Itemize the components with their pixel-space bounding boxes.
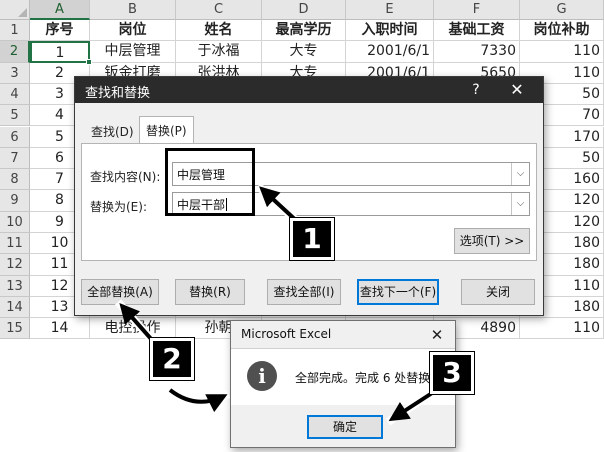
select-all-button[interactable] (0, 0, 30, 20)
row-header[interactable]: 14 (0, 296, 30, 319)
header-cell[interactable]: 岗位 (90, 20, 176, 42)
table-cell[interactable]: 1 (30, 41, 90, 63)
find-what-label: 查找内容(N): (90, 170, 161, 184)
close-button[interactable]: 关闭 (461, 279, 535, 305)
chevron-down-icon[interactable]: ⌵ (511, 163, 529, 185)
info-icon: i (247, 361, 277, 391)
table-cell[interactable]: 于冰福 (176, 41, 262, 63)
options-button[interactable]: 选项(T) >> (454, 228, 530, 254)
header-cell[interactable]: 序号 (30, 20, 90, 42)
dialog-title-bar[interactable]: 查找和替换 ? ✕ (75, 77, 543, 103)
find-next-button[interactable]: 查找下一个(F) (357, 279, 439, 305)
table-cell[interactable]: 2001/6/1 (346, 41, 434, 63)
row-header[interactable]: 10 (0, 211, 30, 233)
message-body: i 全部完成。完成 6 处替换。 (231, 349, 455, 405)
column-header[interactable]: G (520, 0, 604, 20)
fill-handle[interactable] (86, 58, 92, 65)
row-header[interactable]: 3 (0, 62, 30, 84)
column-header[interactable]: D (262, 0, 346, 20)
table-cell[interactable]: 110 (520, 318, 604, 340)
header-cell[interactable]: 姓名 (176, 20, 262, 42)
curved-arrow (167, 386, 230, 407)
message-close-button[interactable]: ✕ (427, 325, 447, 345)
step-badge-3: 3 (430, 352, 474, 394)
step-badge-2: 2 (150, 338, 194, 380)
row-header[interactable]: 1 (0, 20, 30, 42)
header-cell[interactable]: 最高学历 (262, 20, 346, 42)
replace-with-label: 替换为(E): (90, 200, 147, 214)
column-header[interactable]: A (30, 0, 90, 20)
column-header[interactable]: B (90, 0, 176, 20)
find-all-button[interactable]: 查找全部(I) (267, 279, 341, 305)
message-title-bar[interactable]: Microsoft Excel ✕ (231, 321, 455, 349)
excel-message-box[interactable]: Microsoft Excel ✕ i 全部完成。完成 6 处替换。 确定 (230, 320, 456, 448)
help-button[interactable]: ? (467, 80, 485, 100)
table-cell[interactable]: 大专 (262, 41, 346, 63)
message-title: Microsoft Excel (241, 327, 332, 341)
message-text: 全部完成。完成 6 处替换。 (295, 371, 443, 385)
table-cell[interactable]: 中层管理 (90, 41, 176, 63)
row-header[interactable]: 2 (0, 41, 30, 63)
column-header[interactable]: F (434, 0, 520, 20)
find-replace-dialog[interactable]: 查找和替换 ? ✕ 查找(D) 替换(P) 查找内容(N): 中层管理 ⌵ 替换… (74, 76, 544, 316)
table-cell[interactable]: 110 (520, 41, 604, 63)
column-header[interactable]: C (176, 0, 262, 20)
table-cell[interactable]: 14 (30, 318, 90, 340)
curved-arrow-core (168, 388, 228, 413)
row-header[interactable]: 9 (0, 190, 30, 212)
row-header[interactable]: 4 (0, 83, 30, 106)
dialog-close-button[interactable]: ✕ (507, 80, 527, 100)
annotation-highlight-box (165, 148, 255, 216)
step-badge-1: 1 (290, 218, 334, 260)
row-header[interactable]: 15 (0, 318, 30, 340)
table-cell[interactable]: 电控操作 (90, 318, 176, 340)
row-header[interactable]: 6 (0, 126, 30, 148)
row-header[interactable]: 12 (0, 254, 30, 276)
column-header[interactable]: E (346, 0, 434, 20)
row-header[interactable]: 13 (0, 275, 30, 297)
row-header[interactable]: 11 (0, 233, 30, 255)
header-cell[interactable]: 基础工资 (434, 20, 520, 42)
dialog-title: 查找和替换 (85, 86, 151, 101)
tab-find[interactable]: 查找(D) (85, 119, 140, 143)
replace-button[interactable]: 替换(R) (175, 279, 245, 305)
row-header[interactable]: 5 (0, 105, 30, 127)
select-all-triangle-icon (18, 8, 27, 17)
tab-replace[interactable]: 替换(P) (139, 116, 194, 144)
table-cell[interactable]: 7330 (434, 41, 520, 63)
header-cell[interactable]: 入职时间 (346, 20, 434, 42)
row-header[interactable]: 7 (0, 147, 30, 170)
ok-button[interactable]: 确定 (307, 415, 383, 439)
header-cell[interactable]: 岗位补助 (520, 20, 604, 42)
replace-all-button[interactable]: 全部替换(A) (81, 279, 159, 305)
row-header[interactable]: 8 (0, 169, 30, 191)
chevron-down-icon[interactable]: ⌵ (511, 193, 529, 215)
